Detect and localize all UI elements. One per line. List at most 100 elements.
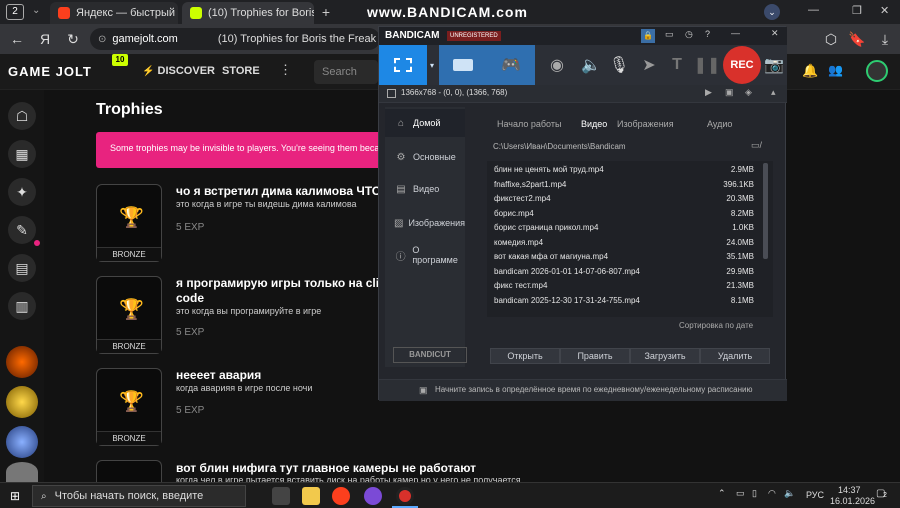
gift-icon[interactable]: ✦ (8, 178, 36, 206)
volume-icon[interactable]: 🔈 (784, 488, 795, 499)
edit-button[interactable]: Править (560, 348, 630, 364)
community-avatar[interactable] (6, 346, 38, 378)
tab-yandex[interactable]: Яндекс — быстрый поиск ✕ (50, 2, 178, 24)
record-button[interactable]: REC (723, 46, 761, 84)
game-mode-button[interactable]: 🎮 (487, 45, 535, 85)
folder-icon[interactable]: ▭ (665, 29, 674, 40)
license-badge[interactable]: UNREGISTERED (447, 31, 501, 41)
file-row[interactable]: борис страница прикол.mp4 1.0KB (494, 223, 754, 232)
download-icon[interactable]: ⤓ (876, 30, 894, 48)
input-language[interactable]: РУС (806, 490, 824, 500)
community-avatar[interactable] (6, 462, 38, 482)
start-icon[interactable]: ⊞ (10, 489, 20, 503)
region-checkbox[interactable] (387, 89, 396, 98)
maximize-icon[interactable]: ❐ (852, 4, 862, 17)
tab-images[interactable]: Изображения (617, 119, 674, 129)
tab-count-badge[interactable]: 2 (6, 4, 24, 20)
wifi-icon[interactable]: ◠ (768, 488, 776, 499)
fps-icon[interactable]: ◈ (745, 87, 752, 98)
speaker-icon[interactable]: 🔈 (577, 47, 605, 83)
close-icon[interactable]: ✕ (771, 28, 779, 39)
tray-chevron-icon[interactable]: ⌃ (718, 488, 726, 499)
community-avatar[interactable] (6, 426, 38, 458)
clock-date[interactable]: 16.01.2026 (830, 496, 875, 506)
home-icon[interactable]: ☖ (8, 102, 36, 130)
camera-snapshot-icon[interactable]: 📷 (763, 47, 785, 83)
url-field[interactable]: ⊙ gamejolt.com (10) Trophies for Boris t… (90, 28, 380, 50)
trophy-card[interactable]: 🏆 BRONZE (96, 368, 162, 446)
text-overlay-icon[interactable]: T (665, 47, 689, 83)
friends-icon[interactable]: 👥 (828, 63, 843, 77)
file-row[interactable]: вот какая мфа от магиуна.mp4 35.1MB (494, 252, 754, 261)
network-icon[interactable]: ▭ (736, 488, 745, 499)
trophy-card[interactable]: 🏆 BRONZE (96, 276, 162, 354)
extension-icon[interactable]: ⬡ (822, 30, 840, 48)
lock-icon[interactable]: 🔒 (641, 29, 655, 43)
file-row[interactable]: блин не ценять мой труд.mp4 2.9MB (494, 165, 754, 174)
clock-icon[interactable]: ◷ (685, 29, 693, 40)
tab-menu-chevron-icon[interactable]: ⌄ (32, 5, 40, 16)
sort-by-date-button[interactable]: Сортировка по дате (679, 321, 753, 330)
taskbar-search[interactable]: ⌕ Чтобы начать поиск, введите (32, 485, 246, 507)
file-explorer-icon[interactable] (302, 487, 320, 505)
bookmark-icon[interactable]: 🔖 (848, 30, 866, 48)
library-icon[interactable]: ▥ (8, 292, 36, 320)
user-avatar[interactable] (866, 60, 888, 82)
trophy-title[interactable]: неееет авария (176, 368, 261, 382)
battery-icon[interactable]: ▯ (752, 488, 757, 499)
sidebar-item-general[interactable]: ⚙ Основные (385, 143, 465, 171)
sidebar-item-home[interactable]: ⌂ Домой (385, 109, 465, 137)
bell-icon[interactable]: 🔔 (802, 63, 818, 79)
screenshot-icon[interactable]: ▣ (725, 87, 734, 98)
schedule-text[interactable]: Начните запись в определённое время по е… (435, 385, 752, 394)
file-list-scrollbar[interactable] (763, 163, 768, 259)
file-row[interactable]: bandicam 2026-01-01 14-07-06-807.mp4 29.9… (494, 267, 754, 276)
tab-gamejolt[interactable]: (10) Trophies for Boris t ✕ (182, 2, 314, 24)
open-button[interactable]: Открыть (490, 348, 560, 364)
output-path[interactable]: C:\Users\Иван\Documents\Bandicam (493, 142, 626, 151)
chat-icon[interactable]: ▤ (8, 254, 36, 282)
reload-icon[interactable]: ↻ (64, 30, 82, 48)
help-icon[interactable]: ? (705, 29, 710, 39)
open-folder-icon[interactable]: ▭/ (751, 140, 762, 151)
bandicam-taskbar-icon[interactable] (396, 487, 414, 505)
file-row[interactable]: фикс тест.mp4 21.3MB (494, 281, 754, 290)
minimize-icon[interactable]: — (731, 28, 740, 38)
back-icon[interactable]: ← (8, 30, 26, 48)
file-row[interactable]: комедия.mp4 24.0MB (494, 238, 754, 247)
webcam-icon[interactable]: ◉ (539, 47, 575, 83)
app-icon[interactable] (364, 487, 382, 505)
file-row[interactable]: fnaffixe,s2part1.mp4 396.1KB (494, 180, 754, 189)
file-row[interactable]: борис.mp4 8.2MB (494, 209, 754, 218)
discover-link[interactable]: ⚡ DISCOVER (142, 65, 215, 77)
tab-video[interactable]: Видео (581, 119, 607, 129)
trophy-title[interactable]: я програмирую игры только на clic (176, 276, 386, 290)
tab-audio[interactable]: Аудио (707, 119, 732, 129)
microphone-icon[interactable]: 🎙 (605, 47, 633, 83)
cursor-icon[interactable]: ➤ (637, 47, 661, 83)
store-icon[interactable]: ▦ (8, 140, 36, 168)
profile-icon[interactable]: ⌄ (764, 4, 780, 20)
minimize-icon[interactable]: — (808, 4, 819, 16)
trophy-title[interactable]: вот блин нифига тут главное камеры не ра… (176, 461, 476, 475)
community-avatar[interactable] (6, 386, 38, 418)
site-info-icon[interactable]: ⊙ (98, 34, 106, 45)
bandicut-button[interactable]: BANDICUT (393, 347, 467, 363)
tab-getting-started[interactable]: Начало работы (497, 119, 561, 129)
delete-button[interactable]: Удалить (700, 348, 770, 364)
edit-icon[interactable]: ✎ (8, 216, 36, 244)
new-tab-button[interactable]: + (318, 4, 334, 20)
collapse-icon[interactable]: ▴ (771, 87, 776, 98)
sidebar-item-about[interactable]: ⓘ О программе (385, 241, 465, 269)
video-icon[interactable]: ▶ (705, 87, 712, 98)
close-window-icon[interactable]: ✕ (880, 4, 889, 17)
sidebar-item-images[interactable]: ▨ Изображения (385, 209, 465, 237)
gamejolt-logo[interactable]: GAME JOLT (8, 64, 92, 79)
yandex-browser-icon[interactable] (332, 487, 350, 505)
store-link[interactable]: STORE (222, 65, 260, 77)
more-menu-icon[interactable]: ⋮ (279, 62, 292, 78)
hdmi-mode-button[interactable] (439, 45, 487, 85)
upload-button[interactable]: Загрузить (630, 348, 700, 364)
task-view-icon[interactable] (272, 487, 290, 505)
trophy-card[interactable] (96, 460, 162, 482)
